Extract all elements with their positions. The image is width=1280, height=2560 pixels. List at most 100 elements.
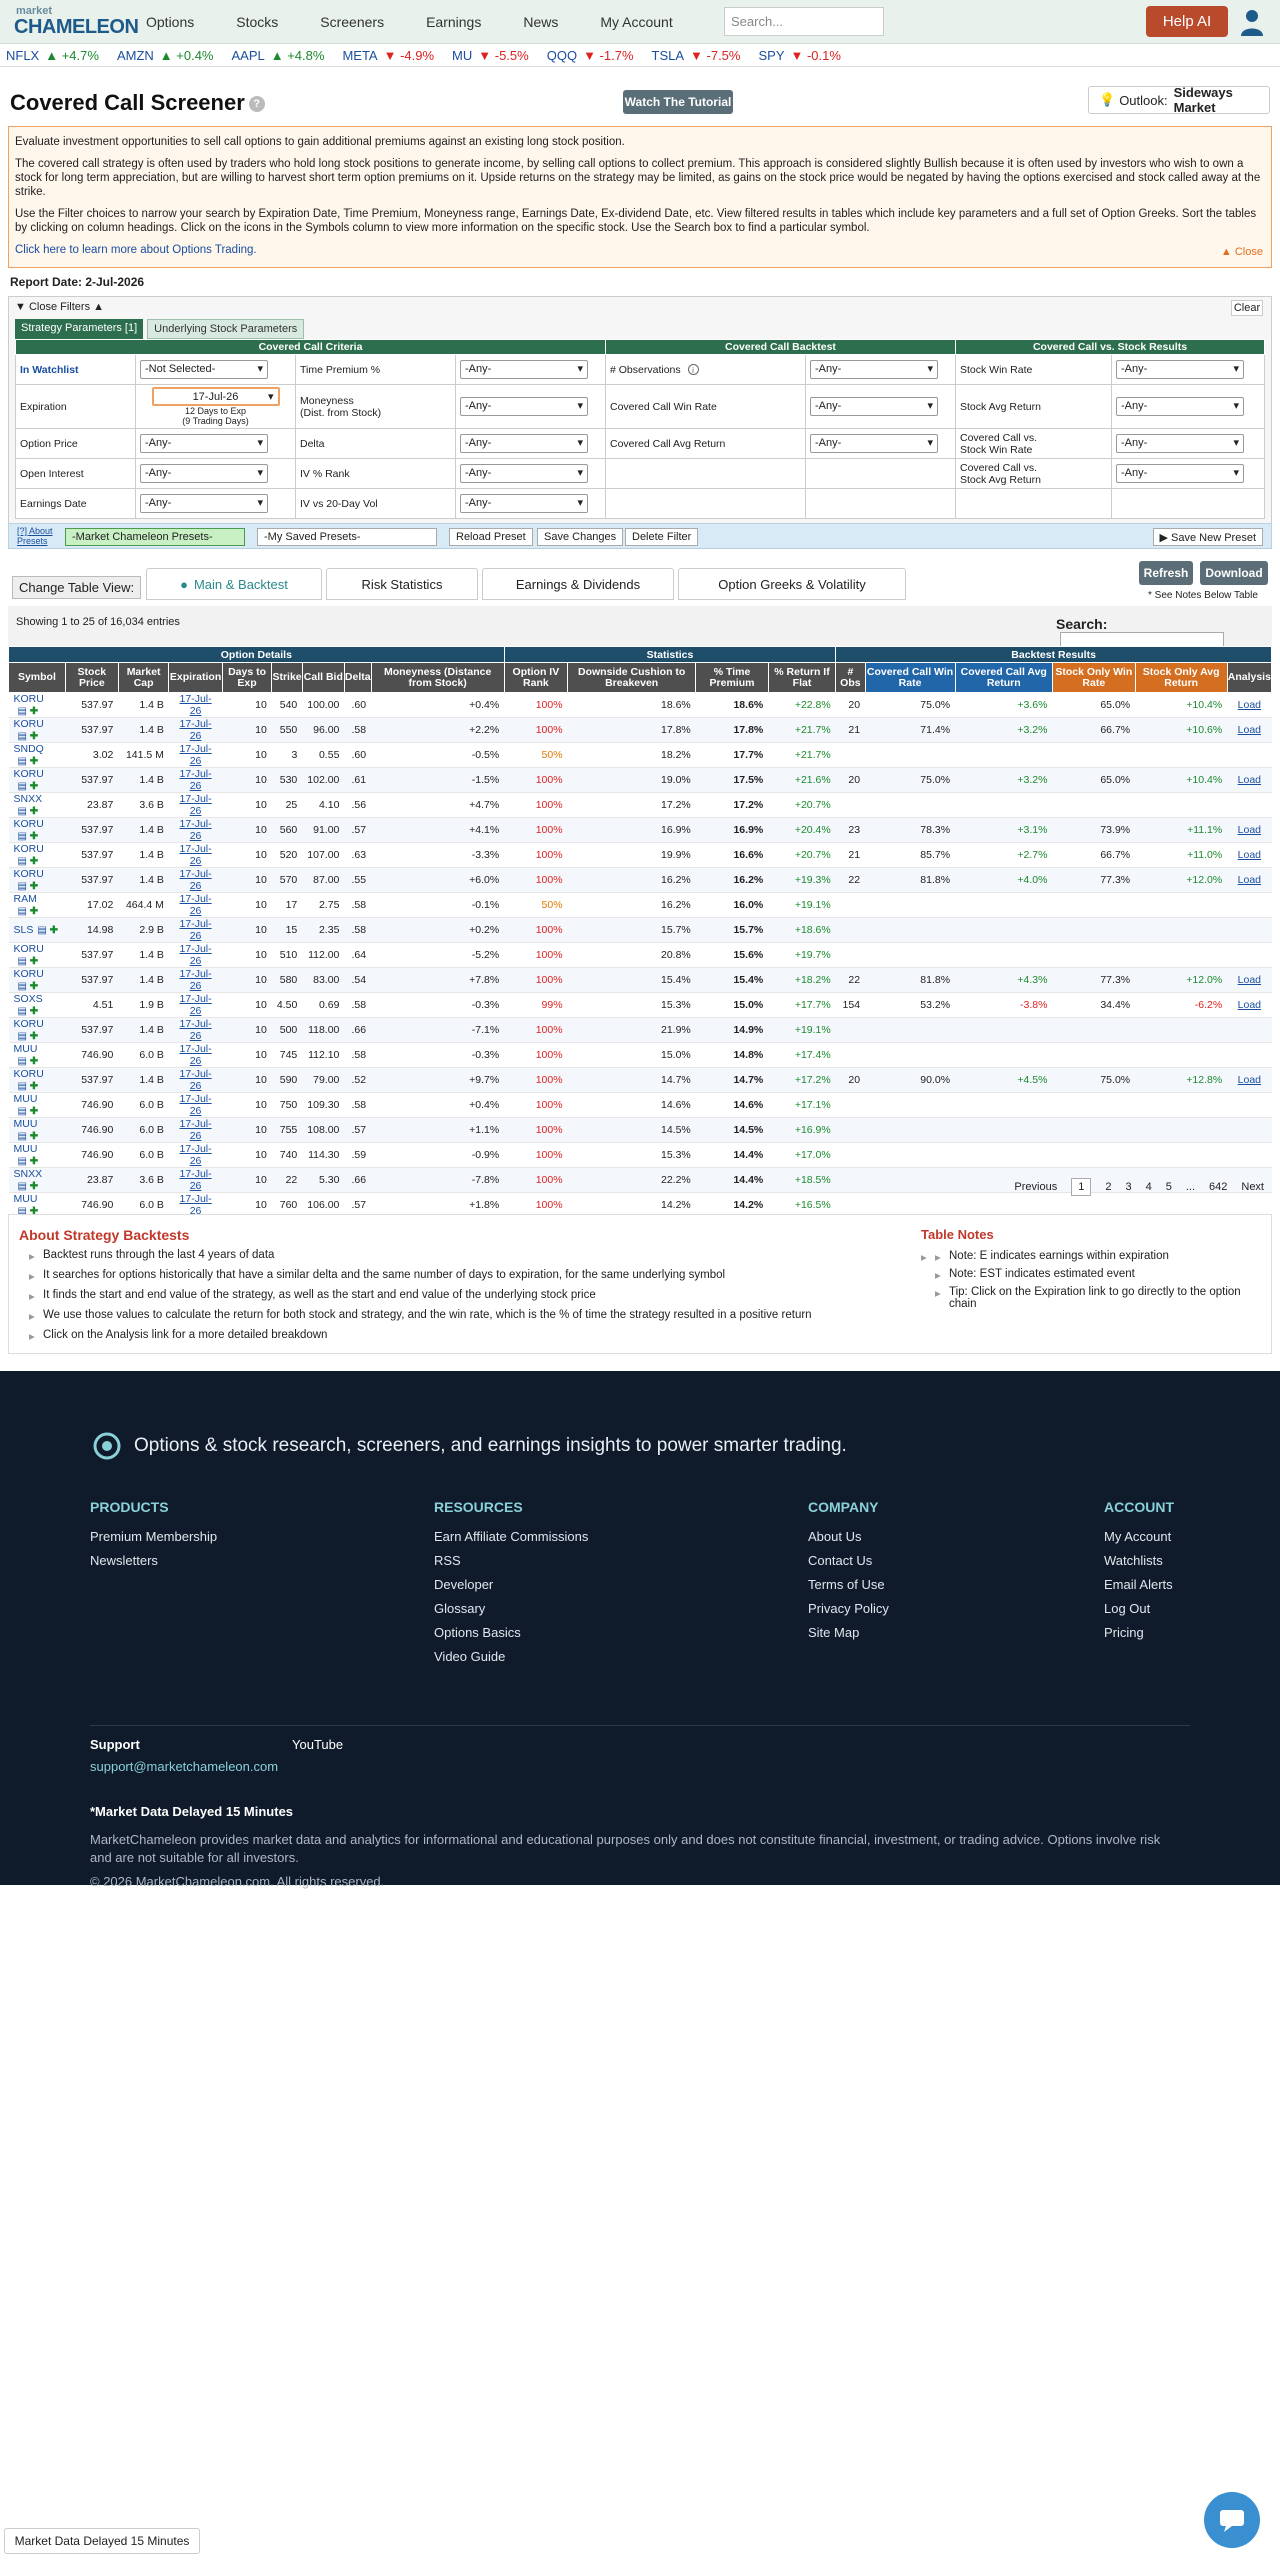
document-icon[interactable]: ▤	[18, 881, 27, 892]
symbol-link[interactable]: KORU	[14, 818, 44, 830]
iv-vs-vol-select[interactable]: -Any-	[460, 494, 588, 513]
ccvs-win-rate-select[interactable]: -Any-	[1116, 434, 1244, 453]
document-icon[interactable]: ▤	[18, 706, 27, 717]
col-downside-cushion-to-breakeven[interactable]: Downside Cushion to Breakeven	[567, 662, 697, 693]
expiration-link[interactable]: 17-Jul-26	[180, 693, 212, 717]
document-icon[interactable]: ▤	[18, 1181, 27, 1192]
nav-item-my-account[interactable]: My Account	[600, 14, 672, 30]
iv-rank-select[interactable]: -Any-	[460, 464, 588, 483]
symbol-link[interactable]: KORU	[14, 768, 44, 780]
plus-icon[interactable]: ✚	[30, 1156, 38, 1167]
analysis-load-link[interactable]: Load	[1238, 699, 1261, 711]
symbol-link[interactable]: MUU	[14, 1093, 38, 1105]
document-icon[interactable]: ▤	[18, 956, 27, 967]
plus-icon[interactable]: ✚	[30, 806, 38, 817]
footer-link[interactable]: Site Map	[808, 1625, 889, 1649]
col-obs[interactable]: # Obs	[835, 662, 866, 693]
footer-link[interactable]: Pricing	[1104, 1625, 1174, 1649]
symbol-link[interactable]: KORU	[14, 693, 44, 705]
plus-icon[interactable]: ✚	[30, 956, 38, 967]
plus-icon[interactable]: ✚	[30, 1106, 38, 1117]
ticker-aapl[interactable]: AAPL ▲ +4.8%	[231, 48, 324, 63]
document-icon[interactable]: ▤	[18, 1081, 27, 1092]
document-icon[interactable]: ▤	[18, 981, 27, 992]
nav-item-news[interactable]: News	[523, 14, 558, 30]
expiration-link[interactable]: 17-Jul-26	[180, 843, 212, 867]
document-icon[interactable]: ▤	[18, 1056, 27, 1067]
page-1[interactable]: 1	[1071, 1178, 1092, 1196]
expiration-link[interactable]: 17-Jul-26	[180, 718, 212, 742]
expiration-link[interactable]: 17-Jul-26	[180, 1118, 212, 1142]
col-time-premium[interactable]: % Time Premium	[695, 662, 769, 693]
site-search-input[interactable]: Search...	[724, 7, 884, 36]
footer-link[interactable]: Newsletters	[90, 1553, 217, 1577]
nav-item-screeners[interactable]: Screeners	[320, 14, 384, 30]
col-analysis[interactable]: Analysis	[1226, 662, 1273, 693]
col-covered-call-win-rate[interactable]: Covered Call Win Rate	[864, 662, 956, 693]
symbol-link[interactable]: KORU	[14, 1018, 44, 1030]
symbol-link[interactable]: MUU	[14, 1143, 38, 1155]
symbol-link[interactable]: SNXX	[14, 1168, 43, 1180]
expiration-link[interactable]: 17-Jul-26	[180, 1168, 212, 1192]
market-chameleon-presets-select[interactable]: -Market Chameleon Presets-	[65, 528, 245, 546]
footer-link[interactable]: RSS	[434, 1553, 588, 1577]
expiration-link[interactable]: 17-Jul-26	[180, 743, 212, 767]
delete-filter-button[interactable]: Delete Filter	[625, 528, 699, 546]
user-account-icon[interactable]	[1240, 8, 1264, 36]
plus-icon[interactable]: ✚	[30, 1131, 38, 1142]
plus-icon[interactable]: ✚	[30, 1031, 38, 1042]
footer-link[interactable]: Earn Affiliate Commissions	[434, 1529, 588, 1553]
expiration-link[interactable]: 17-Jul-26	[180, 968, 212, 992]
page-3[interactable]: 3	[1125, 1181, 1131, 1193]
cc-avg-return-select[interactable]: -Any-	[810, 434, 938, 453]
footer-link[interactable]: Terms of Use	[808, 1577, 889, 1601]
expiration-link[interactable]: 17-Jul-26	[180, 818, 212, 842]
col-stock-only-avg-return[interactable]: Stock Only Avg Return	[1134, 662, 1228, 693]
youtube-link[interactable]: YouTube	[292, 1737, 343, 1752]
analysis-load-link[interactable]: Load	[1238, 974, 1261, 986]
document-icon[interactable]: ▤	[18, 756, 27, 767]
tab-earnings-dividends[interactable]: Earnings & Dividends	[482, 568, 674, 600]
nav-item-stocks[interactable]: Stocks	[236, 14, 278, 30]
document-icon[interactable]: ▤	[18, 781, 27, 792]
footer-link[interactable]: Privacy Policy	[808, 1601, 889, 1625]
analysis-load-link[interactable]: Load	[1238, 724, 1261, 736]
expiration-link[interactable]: 17-Jul-26	[180, 1043, 212, 1067]
expiration-link[interactable]: 17-Jul-26	[180, 943, 212, 967]
plus-icon[interactable]: ✚	[30, 981, 38, 992]
tab-risk-statistics[interactable]: Risk Statistics	[326, 568, 478, 600]
refresh-button[interactable]: Refresh	[1139, 561, 1193, 585]
outlook-selector[interactable]: 💡 Outlook: Sideways Market	[1088, 85, 1270, 115]
tab-underlying-stock-parameters[interactable]: Underlying Stock Parameters	[147, 319, 305, 339]
col-covered-call-avg-return[interactable]: Covered Call Avg Return	[954, 662, 1053, 693]
document-icon[interactable]: ▤	[18, 906, 27, 917]
col-moneyness-distance-from-stock[interactable]: Moneyness (Distance from Stock)	[370, 662, 505, 693]
moneyness-select[interactable]: -Any-	[460, 397, 588, 416]
symbol-link[interactable]: KORU	[14, 843, 44, 855]
footer-link[interactable]: Email Alerts	[1104, 1577, 1174, 1601]
chat-button[interactable]	[1204, 2492, 1260, 2548]
expiration-link[interactable]: 17-Jul-26	[180, 918, 212, 942]
plus-icon[interactable]: ✚	[30, 881, 38, 892]
footer-link[interactable]: Glossary	[434, 1601, 588, 1625]
symbol-link[interactable]: SLS	[14, 924, 34, 936]
analysis-load-link[interactable]: Load	[1238, 999, 1261, 1011]
ticker-meta[interactable]: META ▼ -4.9%	[342, 48, 434, 63]
analysis-load-link[interactable]: Load	[1238, 849, 1261, 861]
symbol-link[interactable]: KORU	[14, 868, 44, 880]
toggle-filters[interactable]: ▼ Close Filters ▲	[15, 301, 104, 313]
document-icon[interactable]: ▤	[18, 731, 27, 742]
plus-icon[interactable]: ✚	[30, 1056, 38, 1067]
expiration-link[interactable]: 17-Jul-26	[180, 768, 212, 792]
plus-icon[interactable]: ✚	[50, 925, 58, 936]
col-days-to-exp[interactable]: Days to Exp	[221, 662, 273, 693]
expiration-link[interactable]: 17-Jul-26	[180, 993, 212, 1017]
col-call-bid[interactable]: Call Bid	[301, 662, 345, 693]
symbol-link[interactable]: RAM	[14, 893, 37, 905]
footer-link[interactable]: Premium Membership	[90, 1529, 217, 1553]
document-icon[interactable]: ▤	[18, 831, 27, 842]
plus-icon[interactable]: ✚	[30, 1006, 38, 1017]
learn-more-link[interactable]: Click here to learn more about Options T…	[15, 244, 257, 256]
page-previous[interactable]: Previous	[1014, 1181, 1057, 1193]
plus-icon[interactable]: ✚	[30, 781, 38, 792]
